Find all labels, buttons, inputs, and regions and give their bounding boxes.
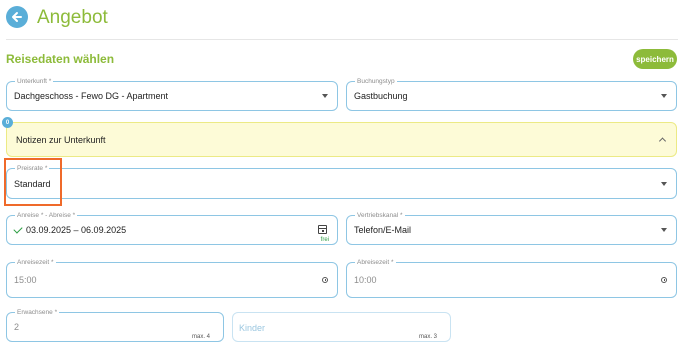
arrival-time-value: 15:00 — [14, 275, 37, 285]
chevron-down-icon — [661, 228, 667, 232]
notes-label: Notizen zur Unterkunft — [16, 134, 106, 145]
channel-select[interactable]: Vertriebskanal * Telefon/E-Mail — [346, 211, 677, 245]
date-range-label: Anreise * - Abreise * — [15, 211, 78, 220]
children-field[interactable]: Kinder max. 3 — [232, 312, 451, 342]
channel-label: Vertriebskanal * — [355, 211, 405, 220]
arrival-time-field[interactable]: Anreisezeit * 15:00 — [6, 258, 338, 298]
adults-label: Erwachsene * — [15, 308, 60, 317]
adults-field[interactable]: Erwachsene * 2 max. 4 — [6, 308, 224, 342]
booking-type-value: Gastbuchung — [354, 91, 408, 101]
save-button[interactable]: speichern — [633, 49, 677, 69]
check-icon — [13, 224, 23, 234]
adults-max-hint: max. 4 — [191, 334, 210, 340]
departure-time-field[interactable]: Abreisezeit * 10:00 — [346, 258, 677, 298]
accommodation-label: Unterkunft * — [15, 77, 54, 86]
chevron-down-icon — [661, 94, 667, 98]
date-range-value: 03.09.2025 – 06.09.2025 — [26, 225, 127, 235]
rate-label: Preisrate * — [15, 164, 50, 173]
arrow-left-icon — [12, 12, 22, 22]
booking-type-select[interactable]: Buchungstyp Gastbuchung — [346, 77, 677, 111]
booking-type-label: Buchungstyp — [355, 77, 397, 86]
date-range-field[interactable]: Anreise * - Abreise * 03.09.2025 – 06.09… — [6, 211, 338, 245]
adults-value: 2 — [14, 322, 20, 332]
chevron-down-icon — [322, 94, 328, 98]
rate-value: Standard — [14, 178, 51, 189]
departure-time-label: Abreisezeit * — [355, 258, 396, 267]
page-title: Angebot — [37, 7, 108, 28]
clock-icon — [661, 277, 667, 283]
chevron-down-icon — [661, 181, 667, 186]
arrival-time-label: Anreisezeit * — [15, 258, 56, 267]
rate-select[interactable]: Preisrate * Standard — [6, 164, 677, 199]
availability-status: frei — [320, 237, 329, 243]
children-max-hint: max. 3 — [418, 334, 437, 340]
departure-time-value: 10:00 — [354, 275, 377, 285]
accommodation-select[interactable]: Unterkunft * Dachgeschoss - Fewo DG - Ap… — [6, 77, 338, 111]
notes-count-badge: 0 — [2, 117, 13, 128]
divider — [6, 39, 678, 40]
section-title: Reisedaten wählen — [6, 52, 115, 66]
clock-icon — [322, 277, 328, 283]
calendar-icon[interactable] — [318, 225, 327, 234]
children-placeholder: Kinder — [239, 323, 266, 333]
notes-accordion[interactable]: Notizen zur Unterkunft — [6, 122, 677, 157]
chevron-up-icon — [658, 136, 667, 145]
accommodation-value: Dachgeschoss - Fewo DG - Apartment — [14, 91, 169, 101]
channel-value: Telefon/E-Mail — [354, 225, 412, 235]
back-button[interactable] — [6, 6, 28, 28]
